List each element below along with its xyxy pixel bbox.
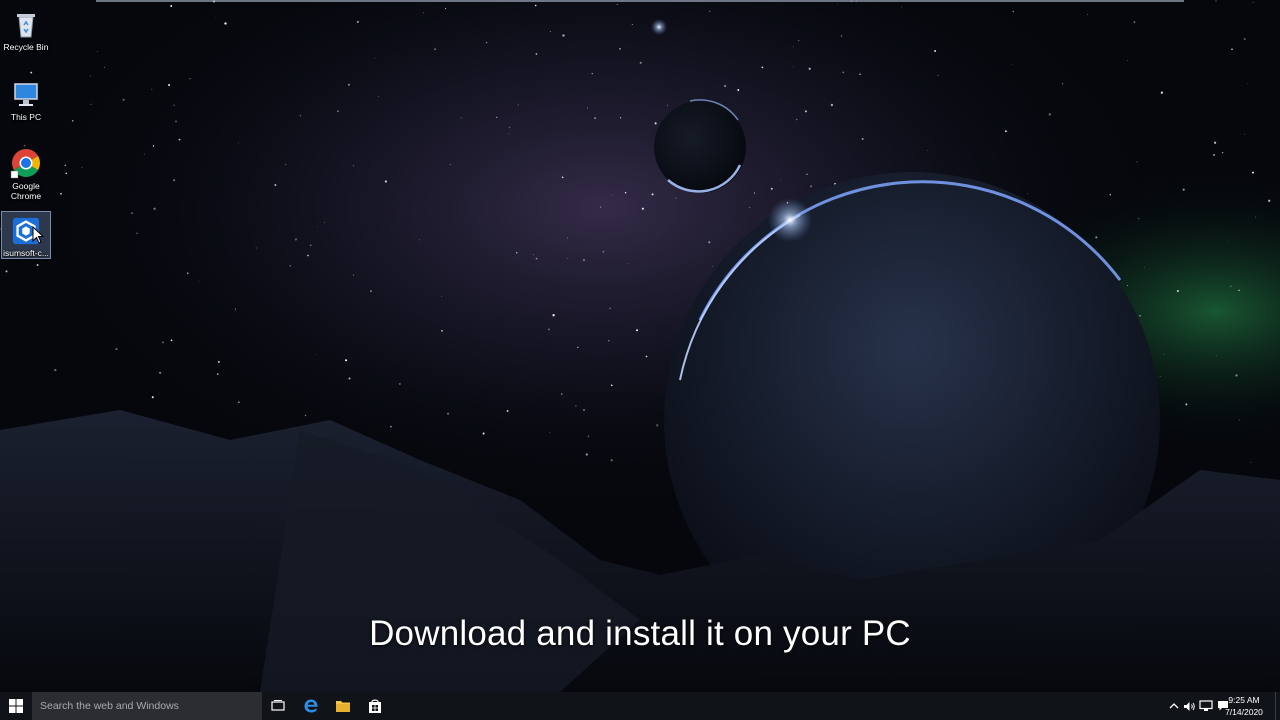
file-explorer-button[interactable] [328,692,358,720]
video-subtitle: Download and install it on your PC [369,614,911,653]
task-view-icon [271,700,285,711]
window-top-edge [96,0,1184,2]
start-button[interactable] [0,692,32,720]
store-icon [369,699,381,713]
search-box[interactable]: Search the web and Windows [32,692,262,720]
show-hidden-icons-button[interactable] [1168,692,1180,720]
chevron-up-icon [1169,703,1179,709]
volume-icon [1183,701,1195,711]
mouse-cursor-icon [32,226,44,244]
chrome-icon [10,149,40,179]
google-chrome-label: Google Chrome [10,181,42,201]
this-pc-label: This PC [10,112,42,122]
isumsoft-label: isumsoft-c... [3,248,49,258]
volume-button[interactable] [1182,692,1196,720]
google-chrome-shortcut[interactable]: Google Chrome [2,143,50,207]
recycle-bin-icon [17,14,35,38]
this-pc-shortcut[interactable]: This PC [2,74,50,138]
recycle-bin-label: Recycle Bin [3,42,49,52]
file-explorer-icon [336,701,350,712]
desktop-wallpaper [0,0,1280,692]
network-icon [1199,700,1213,711]
network-button[interactable] [1198,692,1214,720]
store-button[interactable] [360,692,390,720]
show-desktop-button[interactable] [1275,692,1280,720]
windows-logo-icon [9,699,23,713]
recycle-bin-shortcut[interactable]: Recycle Bin [2,4,50,68]
system-clock[interactable]: 9:25 AM 7/14/2020 [1220,694,1268,718]
clock-time: 9:25 AM [1228,695,1260,705]
taskbar: Search the web and Windows 9:25 AM 7/14/… [0,692,1280,720]
clock-date: 7/14/2020 [1225,707,1263,717]
edge-icon [304,699,318,713]
task-view-button[interactable] [264,692,292,720]
edge-button[interactable] [296,692,326,720]
computer-icon [14,83,38,106]
